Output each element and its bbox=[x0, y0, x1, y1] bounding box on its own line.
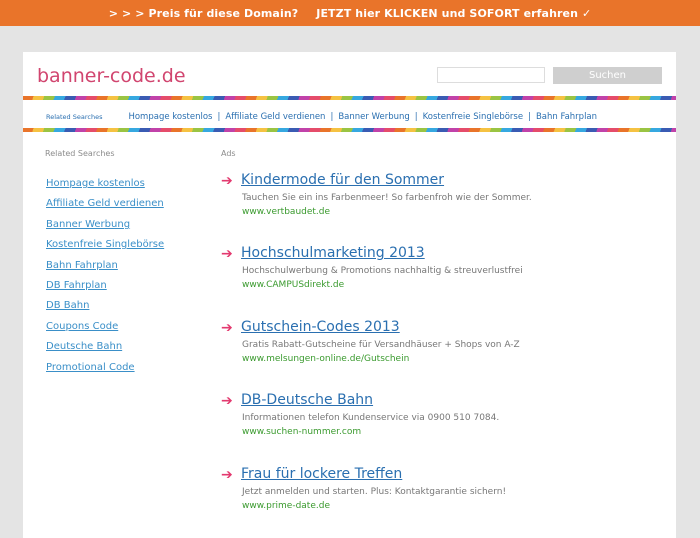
arrow-right-icon: ➔ bbox=[221, 246, 233, 262]
list-item: DB Bahn bbox=[46, 297, 164, 317]
ad-description: Tauchen Sie ein ins Farbenmeer! So farbe… bbox=[242, 193, 532, 203]
domain-price-link[interactable]: > > > Preis für diese Domain? bbox=[109, 7, 299, 20]
ad-title-link[interactable]: Frau für lockere Treffen bbox=[241, 466, 402, 483]
ad-description: Jetzt anmelden und starten. Plus: Kontak… bbox=[242, 487, 507, 497]
ad-url-link[interactable]: www.vertbaudet.de bbox=[242, 207, 330, 217]
ad-title-link[interactable]: Hochschulmarketing 2013 bbox=[241, 245, 425, 262]
separator: | bbox=[330, 112, 334, 122]
ad-description: Hochschulwerbung & Promotions nachhaltig… bbox=[242, 266, 523, 276]
ad-description: Informationen telefon Kundenservice via … bbox=[242, 413, 500, 423]
separator: | bbox=[528, 112, 531, 122]
arrow-right-icon: ➔ bbox=[221, 173, 233, 189]
list-item: Deutsche Bahn bbox=[46, 338, 164, 358]
related-link-affiliate[interactable]: Affiliate Geld verdienen bbox=[225, 112, 325, 122]
sidebar-link[interactable]: Affiliate Geld verdienen bbox=[46, 198, 164, 209]
sidebar-link[interactable]: DB Fahrplan bbox=[46, 280, 107, 291]
sidebar-list: Hompage kostenlos Affiliate Geld verdien… bbox=[46, 175, 164, 379]
list-item: Coupons Code bbox=[46, 318, 164, 338]
sidebar-link[interactable]: Banner Werbung bbox=[46, 219, 130, 230]
related-searches-label: Related Searches bbox=[46, 113, 103, 121]
sidebar-link[interactable]: DB Bahn bbox=[46, 300, 89, 311]
list-item: Hompage kostenlos bbox=[46, 175, 164, 195]
ad-description: Gratis Rabatt-Gutscheine für Versandhäus… bbox=[242, 340, 520, 350]
click-now-link[interactable]: JETZT hier KLICKEN und SOFORT erfahren ✓ bbox=[316, 7, 591, 20]
related-link-singleboerse[interactable]: Kostenfreie Singlebörse bbox=[423, 112, 523, 122]
ads-title: Ads bbox=[221, 149, 236, 158]
main-card: banner-code.de Suchen Related Searches H… bbox=[23, 52, 676, 538]
sidebar-link[interactable]: Coupons Code bbox=[46, 321, 118, 332]
ad-title-link[interactable]: DB-Deutsche Bahn bbox=[241, 392, 373, 409]
list-item: Banner Werbung bbox=[46, 216, 164, 236]
site-logo[interactable]: banner-code.de bbox=[37, 65, 186, 87]
sidebar-link[interactable]: Hompage kostenlos bbox=[46, 178, 145, 189]
separator: | bbox=[217, 112, 221, 122]
sidebar-link[interactable]: Bahn Fahrplan bbox=[46, 260, 118, 271]
related-link-fahrplan[interactable]: Bahn Fahrplan bbox=[536, 112, 597, 122]
rainbow-divider-top bbox=[23, 96, 676, 100]
list-item: DB Fahrplan bbox=[46, 277, 164, 297]
list-item: Bahn Fahrplan bbox=[46, 257, 164, 277]
sidebar-link[interactable]: Promotional Code bbox=[46, 362, 135, 373]
list-item: Promotional Code bbox=[46, 359, 164, 379]
list-item: Affiliate Geld verdienen bbox=[46, 195, 164, 215]
ad-title-link[interactable]: Gutschein-Codes 2013 bbox=[241, 319, 400, 336]
rainbow-divider-bottom bbox=[23, 128, 676, 132]
ad-url-link[interactable]: www.prime-date.de bbox=[242, 501, 330, 511]
list-item: Kostenfreie Singlebörse bbox=[46, 236, 164, 256]
separator: | bbox=[414, 112, 418, 122]
ad-title-link[interactable]: Kindermode für den Sommer bbox=[241, 172, 444, 189]
ad-url-link[interactable]: www.melsungen-online.de/Gutschein bbox=[242, 354, 409, 364]
related-link-banner[interactable]: Banner Werbung bbox=[338, 112, 409, 122]
search-button[interactable]: Suchen bbox=[553, 67, 662, 84]
arrow-right-icon: ➔ bbox=[221, 467, 233, 483]
sidebar-link[interactable]: Kostenfreie Singlebörse bbox=[46, 239, 164, 250]
sidebar-title: Related Searches bbox=[45, 149, 115, 158]
related-searches-bar: Related Searches Hompage kostenlos | Aff… bbox=[46, 111, 597, 123]
domain-sale-banner[interactable]: > > > Preis für diese Domain? JETZT hier… bbox=[0, 0, 700, 26]
arrow-right-icon: ➔ bbox=[221, 393, 233, 409]
search-input[interactable] bbox=[437, 67, 545, 83]
ad-url-link[interactable]: www.suchen-nummer.com bbox=[242, 427, 361, 437]
sidebar-link[interactable]: Deutsche Bahn bbox=[46, 341, 122, 352]
arrow-right-icon: ➔ bbox=[221, 320, 233, 336]
ad-url-link[interactable]: www.CAMPUSdirekt.de bbox=[242, 280, 344, 290]
related-link-homepage[interactable]: Hompage kostenlos bbox=[128, 112, 212, 122]
